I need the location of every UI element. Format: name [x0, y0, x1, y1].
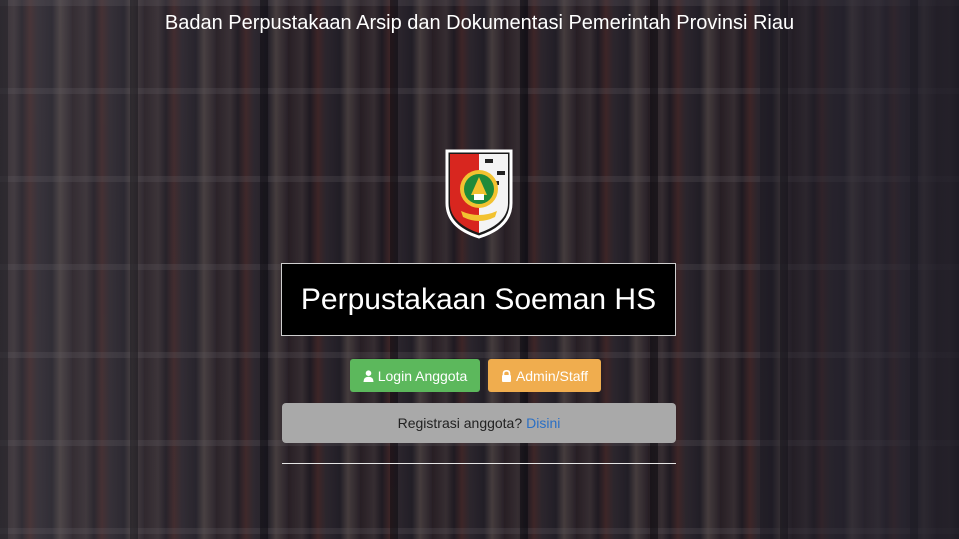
library-title: Perpustakaan Soeman HS	[300, 282, 657, 316]
lock-icon	[501, 369, 512, 382]
registration-text: Registrasi anggota?	[397, 415, 523, 431]
registration-panel: Registrasi anggota? Disini	[282, 403, 676, 443]
login-member-button[interactable]: Login Anggota	[350, 359, 480, 392]
riau-province-emblem-icon	[441, 145, 517, 240]
page-header-title: Badan Perpustakaan Arsip dan Dokumentasi…	[164, 12, 795, 34]
admin-staff-label: Admin/Staff	[515, 367, 589, 384]
admin-staff-button[interactable]: Admin/Staff	[488, 359, 601, 392]
login-member-label: Login Anggota	[377, 367, 468, 384]
registration-link[interactable]: Disini	[526, 415, 560, 431]
library-title-box: Perpustakaan Soeman HS	[281, 263, 676, 336]
divider	[282, 463, 676, 464]
user-icon	[363, 369, 374, 382]
